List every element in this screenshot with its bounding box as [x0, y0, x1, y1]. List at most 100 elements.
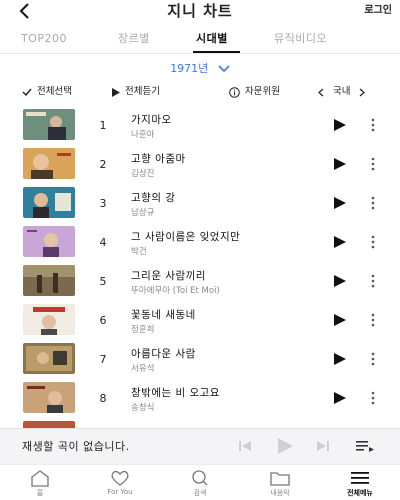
menu-icon: [351, 472, 369, 484]
nav-full-menu[interactable]: 전체메뉴: [320, 465, 400, 500]
previous-icon[interactable]: [238, 439, 252, 453]
region-selector[interactable]: 국내: [318, 82, 366, 102]
more-options-icon[interactable]: [368, 234, 378, 250]
tab-genre[interactable]: 장르별: [118, 26, 150, 54]
active-tab-indicator: [193, 51, 240, 53]
song-title[interactable]: 창밖에는 비 오고요: [131, 385, 220, 400]
song-rank: 2: [99, 158, 107, 171]
song-row[interactable]: 3 고향의 강 남상규: [0, 184, 400, 223]
song-row-partial[interactable]: [0, 418, 400, 428]
player-status-text: 재생할 곡이 없습니다.: [22, 440, 130, 453]
more-options-icon[interactable]: [368, 390, 378, 406]
more-options-icon[interactable]: [368, 117, 378, 133]
chart-controls: 전체선택 전체듣기 자문위원 국내: [0, 82, 400, 102]
play-icon[interactable]: [333, 275, 347, 287]
heart-icon: [111, 470, 129, 486]
more-options-icon[interactable]: [368, 312, 378, 328]
select-all-button[interactable]: 전체선택: [22, 82, 72, 102]
song-artist[interactable]: 송창식: [131, 401, 154, 413]
play-icon[interactable]: [276, 437, 294, 455]
album-art: [23, 304, 75, 335]
album-art: [23, 421, 75, 428]
song-rank: 6: [99, 314, 107, 327]
song-artist[interactable]: 뚜아에무아 (Toi Et Moi): [131, 284, 220, 296]
song-title[interactable]: 고향 아줌마: [131, 151, 186, 166]
album-art: [23, 265, 75, 296]
more-options-icon[interactable]: [368, 156, 378, 172]
song-rank: 3: [99, 197, 107, 210]
chevron-right-icon[interactable]: [359, 88, 366, 97]
tab-music-video[interactable]: 뮤직비디오: [274, 26, 327, 54]
song-row[interactable]: 8 창밖에는 비 오고요 송창식: [0, 379, 400, 418]
more-options-icon[interactable]: [368, 351, 378, 367]
album-art: [23, 382, 75, 413]
advisory-button[interactable]: 자문위원: [229, 82, 280, 102]
song-rank: 1: [99, 119, 107, 132]
folder-icon: [270, 472, 290, 486]
search-icon: [192, 470, 208, 486]
song-rank: 7: [99, 353, 107, 366]
song-row[interactable]: 4 그 사람이름은 잊었지만 박건: [0, 223, 400, 262]
play-icon[interactable]: [333, 197, 347, 209]
song-row[interactable]: 5 그리운 사람끼리 뚜아에무아 (Toi Et Moi): [0, 262, 400, 301]
song-rank: 4: [99, 236, 107, 249]
song-title[interactable]: 꽃동네 새동네: [131, 307, 196, 322]
next-icon[interactable]: [316, 439, 330, 453]
song-list: 1 가지마오 나훈아 2 고향 아줌마 김상진 3 고향의 강 남상규 4 그 …: [0, 106, 400, 428]
play-icon[interactable]: [333, 314, 347, 326]
nav-home[interactable]: 홈: [0, 465, 80, 500]
nav-full-menu-label: 전체메뉴: [347, 489, 373, 497]
playlist-icon[interactable]: [356, 439, 374, 453]
play-icon[interactable]: [333, 353, 347, 365]
more-options-icon[interactable]: [368, 273, 378, 289]
login-button[interactable]: 로그인: [364, 2, 392, 20]
song-artist[interactable]: 박건: [131, 245, 147, 257]
play-icon[interactable]: [333, 236, 347, 248]
song-artist[interactable]: 나훈아: [131, 128, 154, 140]
song-artist[interactable]: 김상진: [131, 167, 154, 179]
song-artist[interactable]: 서유석: [131, 362, 154, 374]
song-row[interactable]: 2 고향 아줌마 김상진: [0, 145, 400, 184]
album-art: [23, 187, 75, 218]
year-label: 1971년: [170, 62, 209, 75]
play-icon[interactable]: [333, 119, 347, 131]
advisory-label: 자문위원: [245, 86, 280, 97]
song-title[interactable]: 고향의 강: [131, 190, 175, 205]
tab-top200[interactable]: TOP200: [21, 26, 67, 54]
play-icon[interactable]: [333, 158, 347, 170]
nav-my-music-label: 내음악: [270, 489, 290, 497]
chart-tabs: TOP200 장르별 시대별 뮤직비디오: [0, 26, 400, 54]
song-row[interactable]: 7 아름다운 사람 서유석: [0, 340, 400, 379]
year-selector[interactable]: 1971년: [0, 60, 400, 78]
nav-my-music[interactable]: 내음악: [240, 465, 320, 500]
nav-for-you[interactable]: For You: [80, 465, 160, 500]
chevron-down-icon: [218, 65, 230, 73]
album-art: [23, 148, 75, 179]
album-art: [23, 109, 75, 140]
more-options-icon[interactable]: [368, 195, 378, 211]
song-row[interactable]: 6 꽃동네 새동네 정훈희: [0, 301, 400, 340]
play-all-label: 전체듣기: [125, 86, 160, 97]
nav-for-you-label: For You: [107, 488, 133, 496]
chevron-left-icon[interactable]: [318, 88, 324, 97]
nav-search[interactable]: 검색: [160, 465, 240, 500]
page-title: 지니 차트: [167, 2, 233, 20]
info-icon: [229, 86, 240, 98]
play-all-button[interactable]: 전체듣기: [112, 82, 160, 102]
mini-player: 재생할 곡이 없습니다.: [0, 428, 400, 464]
song-row[interactable]: 1 가지마오 나훈아: [0, 106, 400, 145]
song-artist[interactable]: 정훈희: [131, 323, 154, 335]
nav-search-label: 검색: [193, 489, 207, 497]
app-header: 지니 차트 로그인: [0, 0, 400, 24]
tab-era[interactable]: 시대별: [196, 26, 228, 54]
album-art: [23, 226, 75, 257]
song-title[interactable]: 그 사람이름은 잊었지만: [131, 229, 240, 244]
song-title[interactable]: 아름다운 사람: [131, 346, 196, 361]
song-rank: 8: [99, 392, 107, 405]
song-title[interactable]: 그리운 사람끼리: [131, 268, 206, 283]
song-artist[interactable]: 남상규: [131, 206, 154, 218]
play-icon[interactable]: [333, 392, 347, 404]
song-title[interactable]: 가지마오: [131, 112, 172, 127]
song-rank: 5: [99, 275, 107, 288]
check-icon: [22, 88, 32, 96]
